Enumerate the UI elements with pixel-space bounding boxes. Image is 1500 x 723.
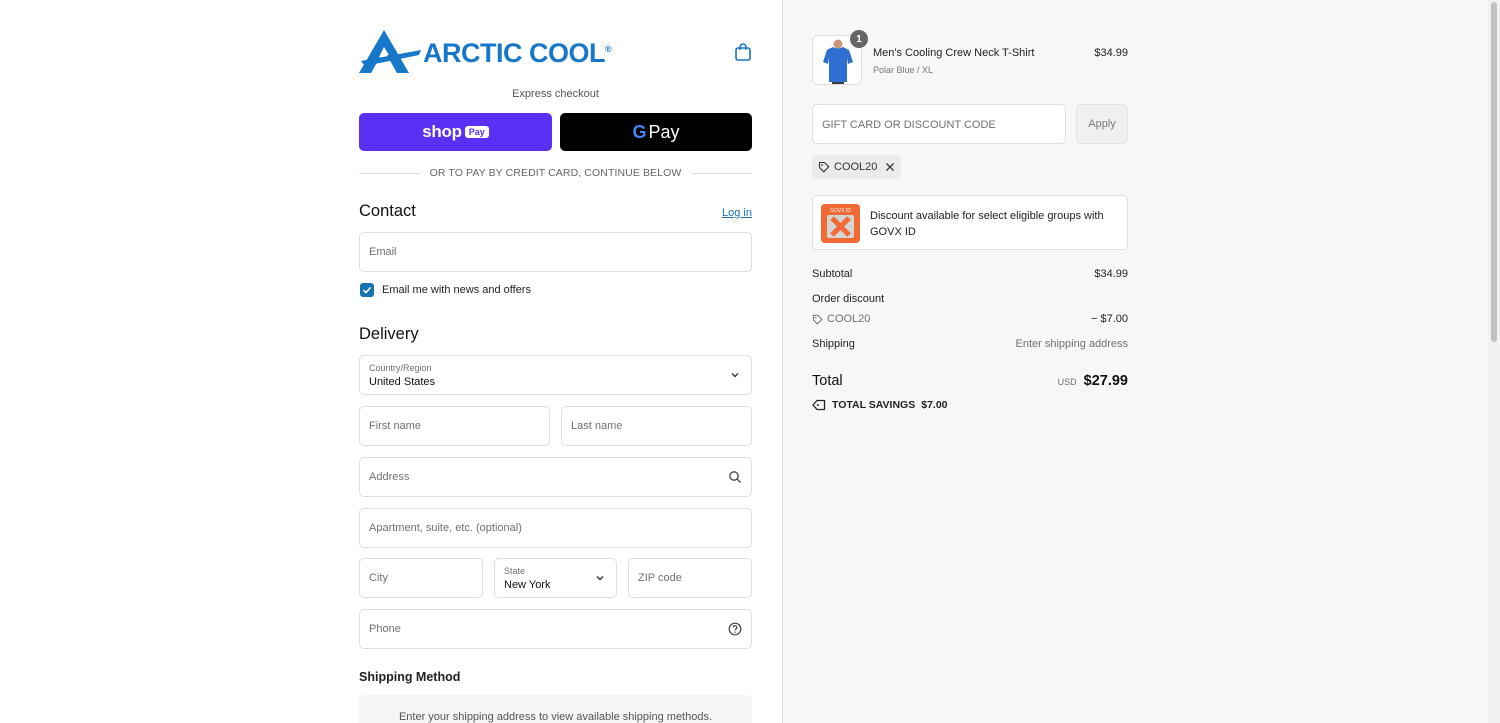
google-g-icon: G (632, 121, 647, 142)
payment-divider: OR TO PAY BY CREDIT CARD, CONTINUE BELOW (359, 166, 752, 180)
subtotal-row: Subtotal $34.99 (812, 268, 1128, 280)
apartment-field[interactable]: Apartment, suite, etc. (optional) (359, 508, 752, 548)
govx-logo: GOVX ID (821, 204, 860, 243)
email-field[interactable]: Email (359, 232, 752, 272)
shopping-bag-icon[interactable] (733, 42, 753, 62)
country-select[interactable]: Country/Region United States (359, 355, 752, 395)
total-row: Total USD $27.99 (812, 373, 1128, 389)
last-name-field[interactable]: Last name (561, 406, 752, 446)
express-checkout-label: Express checkout (512, 88, 599, 100)
product-name: Men's Cooling Crew Neck T-Shirt (873, 47, 1035, 59)
shipping-row: Shipping Enter shipping address (812, 338, 1128, 350)
tag-icon (812, 314, 823, 325)
login-link[interactable]: Log in (700, 207, 752, 219)
checkout-form-panel: ARCTIC COOL® Express checkout shop Pay G… (0, 0, 782, 723)
svg-text:GOVX ID: GOVX ID (830, 208, 851, 214)
shop-pay-button[interactable]: shop Pay (359, 113, 552, 151)
tag-icon (818, 161, 830, 173)
search-icon (729, 471, 741, 483)
chevron-down-icon (596, 576, 604, 581)
brand-logo[interactable]: ARCTIC COOL® (359, 30, 612, 74)
city-field[interactable]: City (359, 558, 483, 598)
brand-name: ARCTIC COOL® (423, 37, 612, 68)
arctic-cool-logo-icon (359, 30, 421, 73)
chevron-down-icon (731, 373, 739, 378)
newsletter-checkbox-row[interactable]: Email me with news and offers (360, 283, 531, 297)
newsletter-checkbox[interactable] (360, 283, 374, 297)
quantity-badge: 1 (850, 30, 868, 48)
govx-id-icon: GOVX ID (821, 204, 860, 243)
state-select[interactable]: State New York (494, 558, 617, 598)
zip-field[interactable]: ZIP code (628, 558, 752, 598)
address-field[interactable]: Address (359, 457, 752, 497)
total-savings-row: TOTAL SAVINGS $7.00 (812, 399, 948, 411)
remove-discount-close-icon[interactable] (885, 162, 895, 172)
help-circle-icon[interactable] (728, 622, 742, 636)
product-price: $34.99 (1094, 47, 1128, 59)
product-variant: Polar Blue / XL (873, 65, 934, 75)
shipping-method-heading: Shipping Method (359, 670, 461, 684)
savings-tag-icon (812, 399, 826, 411)
phone-field[interactable]: Phone (359, 609, 752, 649)
contact-heading: Contact (359, 202, 416, 220)
google-pay-button[interactable]: G Pay (560, 113, 752, 151)
apply-discount-button[interactable]: Apply (1076, 104, 1128, 144)
govx-discount-banner[interactable]: GOVX ID Discount available for select el… (812, 195, 1128, 250)
check-icon (362, 286, 372, 294)
scrollbar-thumb[interactable] (1491, 2, 1497, 342)
discount-code-input[interactable]: GIFT CARD OR DISCOUNT CODE (812, 104, 1066, 144)
discount-code-row: COOL20 − $7.00 (812, 313, 1128, 325)
order-discount-row: Order discount (812, 293, 885, 305)
applied-discount-chip: COOL20 (812, 155, 902, 179)
shipping-methods-placeholder: Enter your shipping address to view avai… (359, 695, 752, 723)
delivery-heading: Delivery (359, 325, 419, 343)
first-name-field[interactable]: First name (359, 406, 550, 446)
page-scrollbar[interactable] (1488, 0, 1500, 723)
